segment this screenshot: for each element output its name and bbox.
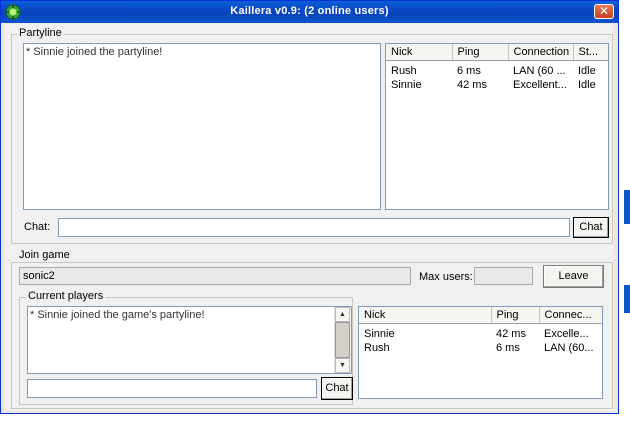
game-name-field: sonic2 — [19, 267, 411, 285]
window-body: Partyline * Sinnie joined the partyline!… — [5, 24, 614, 411]
partyline-message: * Sinnie joined the partyline! — [26, 46, 163, 58]
table-row[interactable]: Sinnie 42 ms Excellent... Idle — [386, 78, 608, 92]
current-players-list[interactable]: Nick Ping Connec... Sinnie 42 ms Excelle… — [358, 306, 603, 399]
kaillera-window: Kaillera v0.9: (2 online users) ✕ Partyl… — [0, 0, 619, 414]
game-chat-scrollbar[interactable]: ▲ ▼ — [334, 307, 351, 373]
column-header-nick[interactable]: Nick — [359, 307, 492, 324]
desktop-fragment — [624, 190, 630, 224]
user-connection: Excellent... — [513, 79, 567, 91]
max-users-label: Max users: — [419, 271, 473, 283]
partyline-label: Partyline — [17, 27, 64, 39]
table-header: Nick Ping Connec... — [359, 307, 602, 324]
user-ping: 6 ms — [457, 65, 481, 77]
partyline-messages[interactable]: * Sinnie joined the partyline! — [23, 43, 381, 210]
player-connection: Excelle... — [544, 328, 589, 340]
online-users-table: Nick Ping Connection St... Rush 6 ms LAN… — [386, 44, 608, 92]
scroll-up-icon[interactable]: ▲ — [335, 307, 350, 322]
table-row[interactable]: Rush 6 ms LAN (60... — [359, 341, 602, 355]
column-header-connection[interactable]: Connection — [508, 44, 574, 61]
player-connection: LAN (60... — [544, 342, 594, 354]
column-header-ping[interactable]: Ping — [491, 307, 540, 324]
column-header-ping[interactable]: Ping — [452, 44, 509, 61]
column-header-nick[interactable]: Nick — [386, 44, 453, 61]
user-connection: LAN (60 ... — [513, 65, 566, 77]
player-ping: 6 ms — [496, 342, 520, 354]
game-name: sonic2 — [23, 270, 55, 282]
player-ping: 42 ms — [496, 328, 526, 340]
user-nick: Rush — [391, 65, 417, 77]
current-players-label: Current players — [26, 290, 106, 302]
game-chat-messages[interactable]: * Sinnie joined the game's partyline! ▲ … — [27, 306, 352, 374]
column-header-connection[interactable]: Connec... — [539, 307, 602, 324]
user-nick: Sinnie — [391, 79, 422, 91]
player-nick: Rush — [364, 342, 390, 354]
game-chat-button[interactable]: Chat — [321, 377, 353, 400]
close-icon[interactable]: ✕ — [594, 4, 614, 19]
partyline-chat-button[interactable]: Chat — [573, 217, 609, 238]
scroll-down-icon[interactable]: ▼ — [335, 358, 350, 373]
table-header: Nick Ping Connection St... — [386, 44, 608, 61]
game-chat-input[interactable] — [27, 379, 317, 398]
chat-label: Chat: — [24, 221, 51, 233]
column-header-status[interactable]: St... — [573, 44, 608, 61]
table-row[interactable]: Sinnie 42 ms Excelle... — [359, 324, 602, 342]
user-status: Idle — [578, 65, 596, 77]
max-users-field — [474, 267, 533, 285]
title-bar[interactable]: Kaillera v0.9: (2 online users) ✕ — [1, 1, 618, 23]
desktop-background — [0, 414, 630, 423]
player-nick: Sinnie — [364, 328, 395, 340]
scroll-thumb[interactable] — [335, 322, 350, 358]
partyline-chat-input[interactable] — [58, 218, 570, 237]
window-title: Kaillera v0.9: (2 online users) — [230, 5, 389, 17]
user-status: Idle — [578, 79, 596, 91]
user-ping: 42 ms — [457, 79, 487, 91]
online-users-list[interactable]: Nick Ping Connection St... Rush 6 ms LAN… — [385, 43, 609, 210]
current-players-table: Nick Ping Connec... Sinnie 42 ms Excelle… — [359, 307, 602, 355]
game-message: * Sinnie joined the game's partyline! — [30, 309, 205, 321]
table-row[interactable]: Rush 6 ms LAN (60 ... Idle — [386, 61, 608, 79]
join-game-label: Join game — [17, 249, 72, 261]
desktop-fragment — [624, 285, 630, 313]
leave-button[interactable]: Leave — [543, 265, 604, 288]
